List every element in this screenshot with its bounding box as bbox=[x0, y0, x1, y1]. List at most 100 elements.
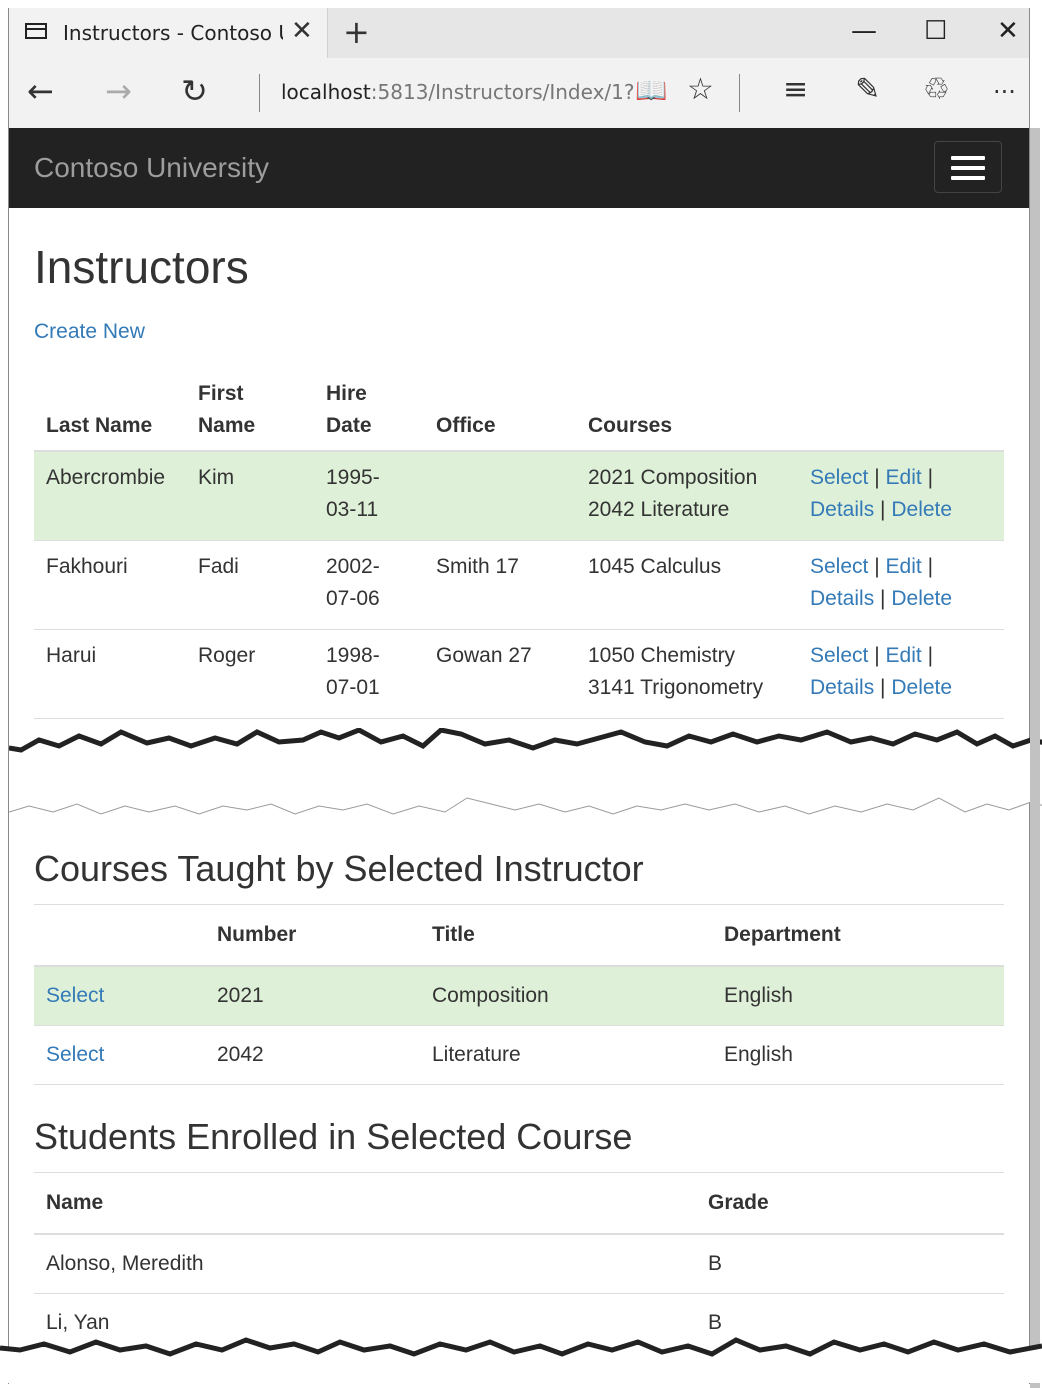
brand-link[interactable]: Contoso University bbox=[34, 152, 269, 184]
separator: | bbox=[874, 466, 880, 489]
cell-department: English bbox=[712, 966, 1004, 1026]
cell-grade: B bbox=[696, 1234, 1004, 1294]
header-blank bbox=[34, 904, 205, 967]
header-grade: Grade bbox=[696, 1172, 1004, 1235]
separator: | bbox=[880, 676, 886, 699]
separator: | bbox=[880, 587, 886, 610]
cell-number: 2021 bbox=[205, 966, 420, 1026]
table-row: Select 2021 Composition English bbox=[34, 966, 1004, 1026]
cell-hire-date: 1998- 07-01 bbox=[314, 629, 424, 719]
toolbar-divider bbox=[259, 74, 260, 112]
cell-first-name: Fadi bbox=[186, 540, 314, 630]
cell-actions: Select | Edit | Details | Delete bbox=[798, 451, 1004, 541]
edit-link[interactable]: Edit bbox=[886, 555, 922, 578]
table-row: Harui Roger 1998- 07-01 Gowan 27 1050 Chemist… bbox=[34, 629, 1004, 719]
favorite-star-icon[interactable]: ☆ bbox=[687, 72, 714, 107]
delete-link[interactable]: Delete bbox=[891, 587, 952, 610]
table-row: Fakhouri Fadi 2002- 07-06 Smith 17 1045 Calcu… bbox=[34, 540, 1004, 630]
web-note-icon[interactable]: ✎ bbox=[855, 72, 880, 107]
site-navbar: Contoso University bbox=[9, 128, 1029, 208]
hire-date-part: 07-01 bbox=[326, 676, 380, 699]
back-icon[interactable]: ← bbox=[27, 72, 54, 110]
cell-hire-date: 2002- 07-06 bbox=[314, 540, 424, 630]
url-path: :5813/Instructors/Index/1? bbox=[370, 80, 635, 104]
separator: | bbox=[880, 498, 886, 521]
table-row: Abercrombie Kim 1995- 03-11 2021 Composition… bbox=[34, 451, 1004, 541]
tab-close-icon[interactable]: ✕ bbox=[291, 16, 313, 46]
torn-edge bbox=[9, 728, 1042, 815]
address-toolbar: ← → ↻ localhost:5813/Instructors/Index/1… bbox=[9, 58, 1029, 129]
students-table: Name Grade Alonso, Meredith B Li, Yan B bbox=[34, 1172, 1004, 1353]
cell-name: Alonso, Meredith bbox=[34, 1234, 696, 1294]
cell-last-name: Abercrombie bbox=[34, 451, 186, 541]
table-header-row: Number Title Department bbox=[34, 904, 1004, 967]
cell-office bbox=[424, 451, 576, 541]
header-office: Office bbox=[424, 370, 576, 452]
maximize-icon[interactable]: ☐ bbox=[924, 16, 947, 46]
edit-link[interactable]: Edit bbox=[886, 644, 922, 667]
students-section-title: Students Enrolled in Selected Course bbox=[34, 1116, 633, 1157]
select-link[interactable]: Select bbox=[46, 1043, 104, 1066]
delete-link[interactable]: Delete bbox=[891, 498, 952, 521]
scrollbar[interactable] bbox=[1030, 128, 1040, 1388]
course-entry: 3141 Trigonometry bbox=[588, 676, 764, 699]
table-row: Select 2042 Literature English bbox=[34, 1025, 1004, 1085]
separator: | bbox=[927, 466, 934, 489]
courses-section-title: Courses Taught by Selected Instructor bbox=[34, 848, 644, 889]
navbar-toggle-button[interactable] bbox=[934, 141, 1002, 193]
window-close-icon[interactable]: ✕ bbox=[997, 16, 1019, 46]
more-icon[interactable]: ··· bbox=[993, 78, 1016, 106]
page-title: Instructors bbox=[34, 241, 249, 293]
header-hire-date: Hire Date bbox=[314, 370, 424, 452]
forward-icon[interactable]: → bbox=[105, 72, 132, 110]
edit-link[interactable]: Edit bbox=[886, 466, 922, 489]
header-title: Title bbox=[420, 904, 712, 967]
toolbar-divider bbox=[739, 74, 740, 112]
address-input[interactable]: localhost:5813/Instructors/Index/1? bbox=[281, 80, 634, 104]
separator: | bbox=[874, 644, 880, 667]
hamburger-icon bbox=[951, 166, 985, 170]
select-link[interactable]: Select bbox=[810, 644, 868, 667]
table-header-row: Last Name First Name Hire Date Office Cour… bbox=[34, 370, 1004, 452]
cell-courses: 1050 Chemistry 3141 Trigonometry bbox=[576, 629, 798, 719]
separator: | bbox=[927, 644, 934, 667]
header-first-line: First bbox=[198, 382, 244, 405]
reading-view-icon[interactable]: 📖 bbox=[635, 76, 667, 106]
header-first-line2: Name bbox=[198, 414, 256, 437]
tab-bar: Instructors - Contoso University ✕ + — ☐… bbox=[9, 8, 1029, 58]
delete-link[interactable]: Delete bbox=[891, 676, 952, 699]
header-hire-line2: Date bbox=[326, 414, 372, 437]
instructors-table: Last Name First Name Hire Date Office Cour… bbox=[34, 370, 1004, 719]
cell-number: 2042 bbox=[205, 1025, 420, 1085]
course-entry: 2042 Literature bbox=[588, 498, 730, 521]
cell-department: English bbox=[712, 1025, 1004, 1085]
share-icon[interactable]: ♲ bbox=[923, 72, 950, 107]
hub-icon[interactable]: ≡ bbox=[783, 72, 808, 107]
new-tab-icon[interactable]: + bbox=[343, 13, 370, 51]
minimize-icon[interactable]: — bbox=[851, 16, 877, 46]
separator: | bbox=[874, 555, 880, 578]
cell-courses: 2021 Composition 2042 Literature bbox=[576, 451, 798, 541]
hire-date-part: 2002- bbox=[326, 555, 380, 578]
cell-office: Smith 17 bbox=[424, 540, 576, 630]
hamburger-icon bbox=[951, 176, 985, 180]
cell-actions: Select | Edit | Details | Delete bbox=[798, 540, 1004, 630]
details-link[interactable]: Details bbox=[810, 676, 874, 699]
url-host: localhost bbox=[281, 80, 371, 104]
select-link[interactable]: Select bbox=[810, 555, 868, 578]
page-icon bbox=[25, 23, 47, 39]
select-link[interactable]: Select bbox=[46, 984, 104, 1007]
header-department: Department bbox=[712, 904, 1004, 967]
select-link[interactable]: Select bbox=[810, 466, 868, 489]
details-link[interactable]: Details bbox=[810, 587, 874, 610]
cell-last-name: Fakhouri bbox=[34, 540, 186, 630]
browser-tab[interactable]: Instructors - Contoso University ✕ bbox=[9, 8, 328, 58]
hire-date-part: 1998- bbox=[326, 644, 380, 667]
table-row: Alonso, Meredith B bbox=[34, 1234, 1004, 1294]
create-new-link[interactable]: Create New bbox=[34, 320, 145, 344]
table-header-row: Name Grade bbox=[34, 1172, 1004, 1235]
refresh-icon[interactable]: ↻ bbox=[181, 72, 208, 110]
details-link[interactable]: Details bbox=[810, 498, 874, 521]
header-last-name: Last Name bbox=[34, 370, 186, 452]
cell-hire-date: 1995- 03-11 bbox=[314, 451, 424, 541]
